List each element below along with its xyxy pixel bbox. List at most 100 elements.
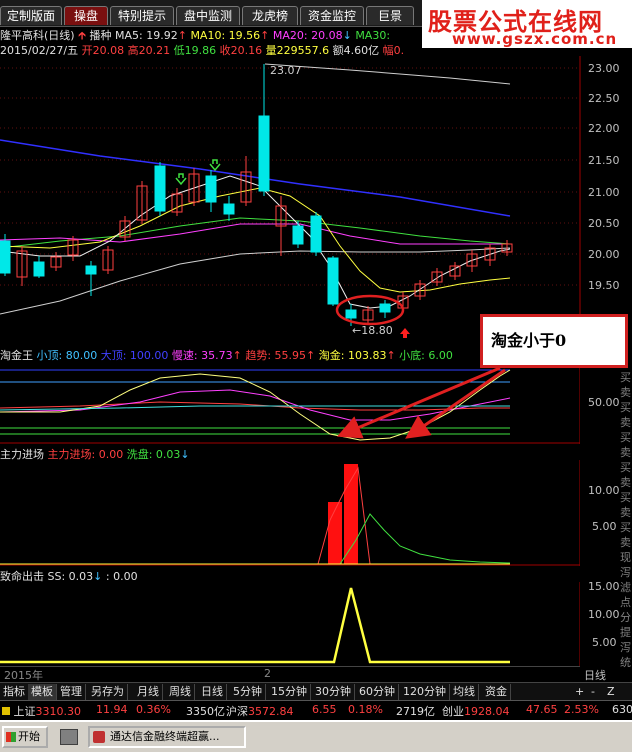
index-ticker: 上证3310.30 11.94 0.36% 3350亿 沪深3572.84 6.… <box>0 700 632 720</box>
quick-launch-icon[interactable] <box>60 729 78 745</box>
taojin-tick: 50.00 <box>588 396 620 409</box>
callout-arrow-right <box>405 368 506 439</box>
price-tick: 20.50 <box>588 217 620 230</box>
tab-60min[interactable]: 60分钟 <box>356 684 399 700</box>
tab-weekly[interactable]: 周线 <box>166 684 195 700</box>
price-tick: 20.00 <box>588 248 620 261</box>
tab-custom-layout[interactable]: 定制版面 <box>0 6 62 25</box>
ma30-label: MA30: <box>355 29 391 42</box>
sz-change: 6.55 <box>312 703 337 716</box>
scroll-minus-icon[interactable]: - <box>588 684 598 700</box>
callout-text: 淘金小于0 <box>491 331 567 350</box>
price-tick: 21.00 <box>588 186 620 199</box>
tab-template[interactable]: 模板 <box>28 684 57 700</box>
low-price-label: ←18.80 <box>352 324 393 337</box>
stock-name[interactable]: 隆平高科(日线) <box>0 29 75 42</box>
ticker-sh[interactable]: 上证3310.30 <box>2 703 81 719</box>
ma5-label: MA5: 19.92 <box>115 29 178 42</box>
side-signal-text: 买卖买卖买卖买卖买卖买卖现泻滤点分提泻统 <box>620 371 631 669</box>
side-signal-column: 买卖买卖买卖买卖买卖买卖现泻滤点分提泻统 <box>620 370 632 670</box>
tab-daily[interactable]: 日线 <box>198 684 227 700</box>
taojin-trend: 趋势: 55.95 <box>245 349 307 362</box>
tab-dragon-tiger[interactable]: 龙虎榜 <box>242 6 298 25</box>
washout-green-line <box>0 513 511 565</box>
zhiming-indicator-panel[interactable] <box>0 582 580 666</box>
callout-arrows <box>336 366 506 439</box>
ticker-cy[interactable]: 创业1928.04 <box>442 703 510 719</box>
bottom-tab-bar: 指标 模板 管理 另存为 月线 周线 日线 5分钟 15分钟 30分钟 60分钟… <box>0 682 632 701</box>
sh-amount: 3350亿 <box>186 705 225 718</box>
tab-intraday-monitor[interactable]: 盘中监测 <box>176 6 240 25</box>
up-arrow-icon: ↑ <box>177 29 187 42</box>
brand-watermark: 股票公式在线网 www.gszx.com.cn <box>422 0 632 48</box>
candle <box>310 212 322 256</box>
sz-label: 沪深 <box>226 705 248 718</box>
time-axis-line <box>0 666 580 667</box>
up-arrow-icon: 🡱 <box>78 29 86 42</box>
price-tick: 22.50 <box>588 92 620 105</box>
tab-120min[interactable]: 120分钟 <box>400 684 450 700</box>
sz-percent: 0.18% <box>348 703 383 716</box>
taojin-small-top: 小顶: 80.00 <box>36 349 98 362</box>
sz-value: 3572.84 <box>248 705 294 718</box>
cy-percent: 2.53% <box>564 703 599 716</box>
tab-more[interactable]: 巨景 <box>366 6 414 25</box>
annotation-callout: 淘金小于0 <box>480 314 628 368</box>
cy-label: 创业 <box>442 705 464 718</box>
windows-taskbar: 开始 通达信金融终端超赢... <box>0 720 632 752</box>
start-button[interactable]: 开始 <box>2 726 48 748</box>
ticker-tail: 630 <box>612 703 632 716</box>
low-price-value: 18.80 <box>361 324 393 337</box>
candle <box>154 162 166 216</box>
high-price-label: 23.07 <box>270 64 302 77</box>
ticker-sz[interactable]: 沪深3572.84 <box>226 703 294 719</box>
start-label: 开始 <box>18 730 40 743</box>
zhuli-indicator-panel[interactable] <box>0 460 580 566</box>
taojin-big-top: 大顶: 100.00 <box>100 349 169 362</box>
ma10-label: MA10: 19.56 <box>190 29 261 42</box>
index-icon <box>2 707 10 715</box>
price-tick: 23.00 <box>588 62 620 75</box>
taskbar-app-button[interactable]: 通达信金融终端超赢... <box>88 726 246 748</box>
taojin-title[interactable]: 淘金王 <box>0 349 33 362</box>
up-arrow-icon: ↑ <box>306 349 316 362</box>
taojin-slow: 慢速: 35.73 <box>171 349 233 362</box>
sh-change: 11.94 <box>96 703 128 716</box>
price-tick: 22.00 <box>588 122 620 135</box>
down-arrow-icon: ↓ <box>342 29 352 42</box>
zhiming-tick: 10.00 <box>588 608 620 621</box>
tab-15min[interactable]: 15分钟 <box>268 684 311 700</box>
tab-manage[interactable]: 管理 <box>57 684 86 700</box>
price-tick: 21.50 <box>588 154 620 167</box>
sz-amount: 2719亿 <box>396 705 435 718</box>
ma20-label: MA20: 20.08 <box>272 29 343 42</box>
tab-5min[interactable]: 5分钟 <box>230 684 266 700</box>
zoom-icon[interactable]: Z <box>604 684 618 700</box>
tab-fund-monitor[interactable]: 资金监控 <box>300 6 364 25</box>
price-tick: 19.50 <box>588 279 620 292</box>
candlestick-chart[interactable]: 23.07 ←18.80 <box>0 56 620 346</box>
sh-percent: 0.36% <box>136 703 171 716</box>
sh-value: 3310.30 <box>35 705 82 718</box>
time-axis-year: 2015年 <box>4 669 43 682</box>
tab-monthly[interactable]: 月线 <box>134 684 163 700</box>
zhiming-tick: 15.00 <box>588 580 620 593</box>
cy-value: 1928.04 <box>464 705 510 718</box>
taskbar-app-label: 通达信金融终端超赢... <box>110 730 220 743</box>
tab-special-tips[interactable]: 特别提示 <box>110 6 174 25</box>
tab-save-as[interactable]: 另存为 <box>88 684 128 700</box>
zhiming-tick: 5.00 <box>592 636 617 649</box>
tab-30min[interactable]: 30分钟 <box>312 684 355 700</box>
scroll-left-icon[interactable]: + <box>572 684 587 700</box>
ss-yellow-line <box>0 587 510 664</box>
brand-url: www.gszx.com.cn <box>452 30 618 48</box>
main-entry-bar <box>328 502 342 564</box>
tab-trading[interactable]: 操盘 <box>64 6 108 25</box>
sh-label: 上证 <box>13 705 36 718</box>
tab-ma[interactable]: 均线 <box>450 684 479 700</box>
tab-fund[interactable]: 资金 <box>482 684 511 700</box>
tab-indicator[interactable]: 指标 <box>0 684 29 700</box>
zhuli-tick: 10.00 <box>588 484 620 497</box>
callout-arrow-left <box>336 366 501 439</box>
app-icon <box>93 731 105 743</box>
